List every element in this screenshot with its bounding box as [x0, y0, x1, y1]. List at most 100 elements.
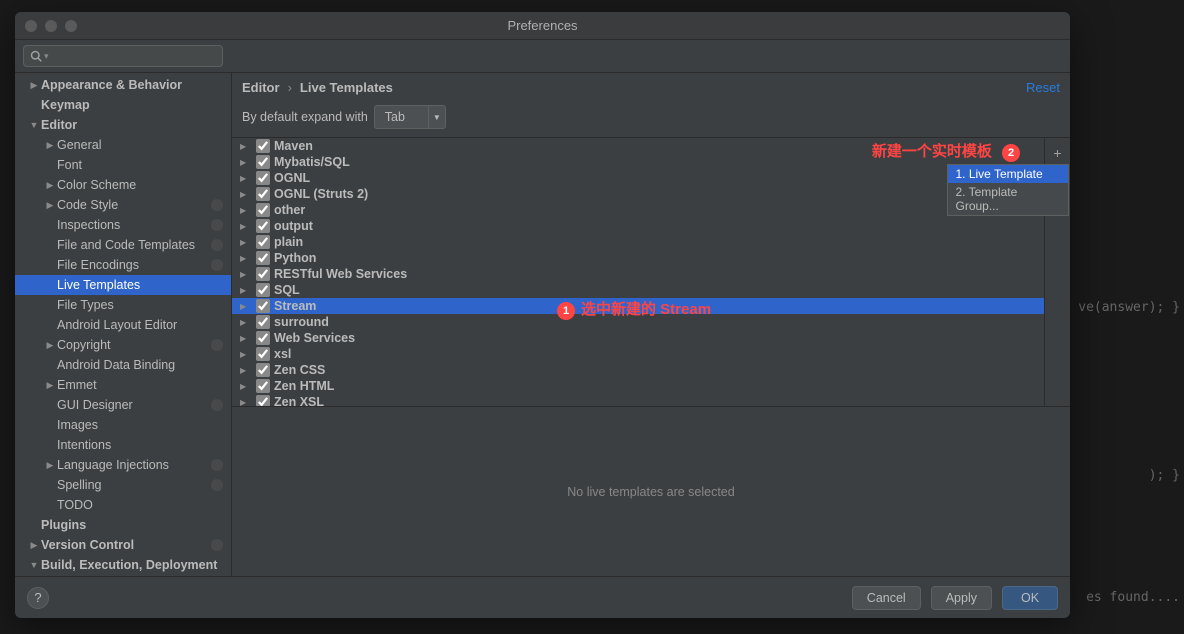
sidebar-item[interactable]: Build, Execution, Deployment: [15, 555, 231, 575]
template-group-row[interactable]: RESTful Web Services: [232, 266, 1044, 282]
sidebar-item[interactable]: Android Data Binding: [15, 355, 231, 375]
maximize-window-button[interactable]: [65, 20, 77, 32]
sidebar-item-label: Keymap: [41, 98, 223, 112]
sidebar-item-label: Version Control: [41, 538, 211, 552]
sidebar-item[interactable]: Live Templates: [15, 275, 231, 295]
expand-arrow-icon: [43, 460, 57, 471]
sidebar-item[interactable]: Code Style: [15, 195, 231, 215]
reset-link[interactable]: Reset: [1026, 80, 1060, 95]
help-button[interactable]: ?: [27, 587, 49, 609]
sidebar-item[interactable]: Spelling: [15, 475, 231, 495]
template-group-row[interactable]: OGNL: [232, 170, 1044, 186]
sidebar-item[interactable]: Emmet: [15, 375, 231, 395]
template-label: Web Services: [274, 331, 355, 345]
sidebar-item[interactable]: Android Layout Editor: [15, 315, 231, 335]
template-group-row[interactable]: other: [232, 202, 1044, 218]
template-checkbox[interactable]: [256, 203, 270, 217]
sidebar-item[interactable]: Inspections: [15, 215, 231, 235]
cancel-button[interactable]: Cancel: [852, 586, 921, 610]
template-group-row[interactable]: SQL: [232, 282, 1044, 298]
template-checkbox[interactable]: [256, 315, 270, 329]
sidebar-item[interactable]: File and Code Templates: [15, 235, 231, 255]
template-label: RESTful Web Services: [274, 267, 407, 281]
sidebar-item[interactable]: Color Scheme: [15, 175, 231, 195]
sidebar-item[interactable]: Plugins: [15, 515, 231, 535]
sidebar-item[interactable]: Language Injections: [15, 455, 231, 475]
sidebar-item[interactable]: GUI Designer: [15, 395, 231, 415]
sidebar-item-label: File Types: [57, 298, 223, 312]
sidebar-item[interactable]: File Types: [15, 295, 231, 315]
template-checkbox[interactable]: [256, 171, 270, 185]
template-group-row[interactable]: Python: [232, 250, 1044, 266]
sidebar-item-label: Live Templates: [57, 278, 223, 292]
sidebar-item[interactable]: Font: [15, 155, 231, 175]
scope-badge-icon: [211, 239, 223, 251]
popup-template-group[interactable]: 2. Template Group...: [948, 183, 1068, 215]
template-checkbox[interactable]: [256, 395, 270, 406]
add-button[interactable]: + 1. Live Template 2. Template Group...: [1047, 142, 1069, 164]
template-checkbox[interactable]: [256, 235, 270, 249]
sidebar-item[interactable]: Appearance & Behavior: [15, 75, 231, 95]
settings-tree[interactable]: Appearance & Behavior Keymap EditorGeneral…: [15, 73, 232, 576]
template-label: OGNL (Struts 2): [274, 187, 368, 201]
sidebar-item[interactable]: General: [15, 135, 231, 155]
sidebar-item[interactable]: Images: [15, 415, 231, 435]
template-group-row[interactable]: OGNL (Struts 2): [232, 186, 1044, 202]
template-group-row[interactable]: xsl: [232, 346, 1044, 362]
template-checkbox[interactable]: [256, 299, 270, 313]
sidebar-item-label: Spelling: [57, 478, 211, 492]
template-group-row[interactable]: plain: [232, 234, 1044, 250]
expand-arrow-icon: [240, 302, 252, 311]
expand-with-select[interactable]: Tab ▼: [374, 105, 446, 129]
sidebar-item[interactable]: Copyright: [15, 335, 231, 355]
scope-badge-icon: [211, 399, 223, 411]
sidebar-item[interactable]: Editor: [15, 115, 231, 135]
apply-button[interactable]: Apply: [931, 586, 992, 610]
scope-badge-icon: [211, 479, 223, 491]
sidebar-item[interactable]: Intentions: [15, 435, 231, 455]
template-group-row[interactable]: output: [232, 218, 1044, 234]
template-group-row[interactable]: Web Services: [232, 330, 1044, 346]
template-group-row[interactable]: Zen XSL: [232, 394, 1044, 406]
template-checkbox[interactable]: [256, 251, 270, 265]
sidebar-item[interactable]: Keymap: [15, 95, 231, 115]
templates-list[interactable]: MavenMybatis/SQLOGNLOGNL (Struts 2)other…: [232, 138, 1044, 406]
sidebar-item[interactable]: TODO: [15, 495, 231, 515]
template-label: Zen HTML: [274, 379, 334, 393]
template-group-row[interactable]: Stream: [232, 298, 1044, 314]
sidebar-item[interactable]: Version Control: [15, 535, 231, 555]
expand-arrow-icon: [240, 398, 252, 407]
template-checkbox[interactable]: [256, 267, 270, 281]
sidebar-item[interactable]: File Encodings: [15, 255, 231, 275]
template-checkbox[interactable]: [256, 187, 270, 201]
template-group-row[interactable]: Zen HTML: [232, 378, 1044, 394]
template-checkbox[interactable]: [256, 331, 270, 345]
detail-panel: No live templates are selected: [232, 406, 1070, 576]
templates-toolbar: + 1. Live Template 2. Template Group... …: [1044, 138, 1070, 406]
dropdown-icon: ▼: [428, 105, 446, 129]
ok-button[interactable]: OK: [1002, 586, 1058, 610]
template-checkbox[interactable]: [256, 347, 270, 361]
template-checkbox[interactable]: [256, 219, 270, 233]
template-group-row[interactable]: surround: [232, 314, 1044, 330]
template-group-row[interactable]: Maven: [232, 138, 1044, 154]
expand-arrow-icon: [240, 350, 252, 359]
breadcrumb-separator: ›: [288, 80, 292, 95]
expand-arrow-icon: [240, 174, 252, 183]
template-checkbox[interactable]: [256, 379, 270, 393]
template-checkbox[interactable]: [256, 363, 270, 377]
minimize-window-button[interactable]: [45, 20, 57, 32]
breadcrumb-parent[interactable]: Editor: [242, 80, 280, 95]
template-group-row[interactable]: Zen CSS: [232, 362, 1044, 378]
template-group-row[interactable]: Mybatis/SQL: [232, 154, 1044, 170]
search-input[interactable]: ▾: [23, 45, 223, 67]
template-checkbox[interactable]: [256, 155, 270, 169]
template-checkbox[interactable]: [256, 283, 270, 297]
sidebar-item-label: TODO: [57, 498, 223, 512]
close-window-button[interactable]: [25, 20, 37, 32]
sidebar-item-label: Inspections: [57, 218, 211, 232]
template-checkbox[interactable]: [256, 139, 270, 153]
popup-live-template[interactable]: 1. Live Template: [948, 165, 1068, 183]
scope-badge-icon: [211, 459, 223, 471]
sidebar-item-label: Emmet: [57, 378, 223, 392]
